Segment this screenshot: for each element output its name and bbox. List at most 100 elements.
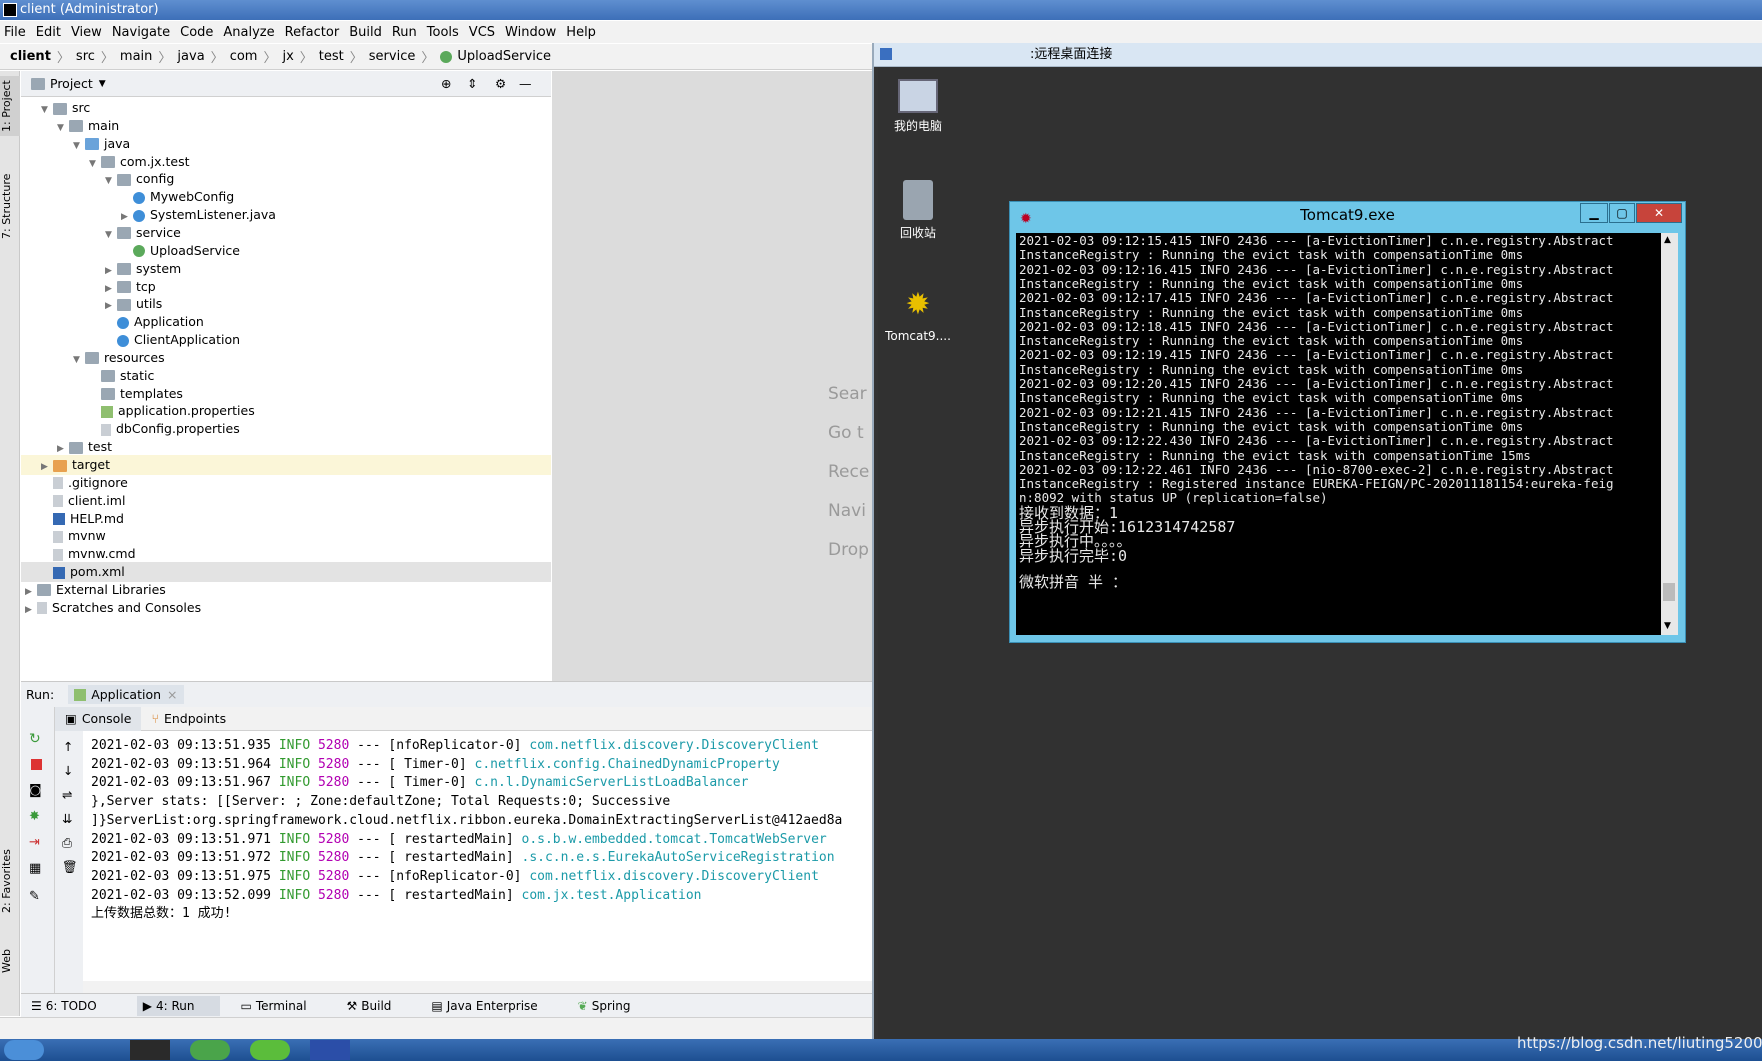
- start-button[interactable]: [4, 1040, 44, 1060]
- crumb-service[interactable]: service: [369, 49, 416, 64]
- window-title: client (Administrator): [20, 2, 159, 17]
- tree-item-label: dbConfig.properties: [116, 421, 240, 437]
- folder-icon: [117, 263, 131, 276]
- tomcat-scrollbar[interactable]: ▲ ▼: [1661, 233, 1678, 635]
- folder-icon: [117, 173, 131, 186]
- crumb-src[interactable]: src: [76, 49, 95, 64]
- watermark: https://blog.csdn.net/liuting52001: [1517, 1034, 1762, 1052]
- run-icon: ▶: [142, 998, 152, 1013]
- tab-terminal[interactable]: ▭ Terminal: [240, 999, 326, 1013]
- layout-icon[interactable]: ▦: [29, 861, 41, 876]
- tree-item-label: service: [136, 224, 181, 240]
- taskbar-remote-desktop[interactable]: [310, 1040, 350, 1060]
- window-title-bar[interactable]: client (Administrator): [0, 0, 1762, 20]
- hint-recent: Rece: [828, 462, 870, 482]
- menu-help[interactable]: Help: [566, 25, 596, 40]
- print-icon[interactable]: ⎙: [62, 835, 72, 851]
- tree-item-label: resources: [104, 349, 165, 365]
- scroll-thumb[interactable]: [1663, 583, 1675, 601]
- editor-empty-area[interactable]: Sear Go t Rece Navi Drop: [552, 71, 875, 681]
- tree-item-label: com.jx.test: [120, 153, 190, 169]
- debug-icon[interactable]: ✸: [29, 809, 40, 824]
- folder-icon: [117, 298, 131, 311]
- crumb-project[interactable]: client: [10, 49, 51, 64]
- crumb-com[interactable]: com: [230, 49, 258, 64]
- tab-spring[interactable]: ❦ Spring: [578, 999, 651, 1013]
- console-text: },Server stats: [[Server: ; Zone:default…: [91, 794, 671, 810]
- tree-item[interactable]: ▶ Scratches and Consoles: [21, 598, 551, 618]
- taskbar-app-1[interactable]: [190, 1040, 230, 1060]
- desktop-icon-tomcat[interactable]: ✹ Tomcat9....: [878, 285, 958, 343]
- maximize-button[interactable]: ▢: [1609, 203, 1635, 223]
- tab-run[interactable]: ▶ 4: Run: [136, 995, 221, 1016]
- remote-desktop-title-bar[interactable]: :远程桌面连接: [874, 43, 1762, 67]
- console-output[interactable]: 2021-02-03 09:13:51.935 INFO 5280 --- [n…: [83, 731, 875, 981]
- tree-item-label: UploadService: [150, 242, 240, 258]
- run-config-tab[interactable]: Application ×: [68, 685, 184, 704]
- menu-code[interactable]: Code: [180, 25, 213, 40]
- tab-web[interactable]: Web: [0, 941, 20, 981]
- collapse-icon[interactable]: ⇕: [467, 76, 477, 91]
- pin-icon[interactable]: ✎: [29, 889, 40, 904]
- crumb-uploadservice[interactable]: UploadService: [457, 49, 551, 64]
- rerun-icon[interactable]: ↻: [29, 731, 41, 747]
- close-icon[interactable]: ×: [167, 687, 177, 702]
- desktop-icon-recycle-bin[interactable]: 回收站: [878, 180, 958, 241]
- project-panel-title[interactable]: Project: [50, 76, 93, 91]
- crumb-jx[interactable]: jx: [282, 49, 293, 64]
- tab-structure[interactable]: 7: Structure: [0, 166, 20, 246]
- menu-edit[interactable]: Edit: [36, 25, 61, 40]
- console-cls: com.netflix.discovery.DiscoveryClient: [529, 738, 819, 753]
- taskbar-intellij[interactable]: [130, 1040, 170, 1060]
- chevron-right-icon[interactable]: ▶: [25, 600, 37, 620]
- menu-tools[interactable]: Tools: [427, 25, 459, 40]
- soft-wrap-icon[interactable]: ⇌: [62, 787, 72, 802]
- console-thread: --- [ Timer-0]: [357, 775, 467, 791]
- console-pid: 5280: [317, 831, 350, 847]
- menu-navigate[interactable]: Navigate: [112, 25, 170, 40]
- camera-icon[interactable]: ◙: [29, 783, 42, 798]
- crumb-java[interactable]: java: [177, 49, 204, 64]
- chevron-down-icon[interactable]: ▼: [99, 79, 106, 89]
- tab-endpoints[interactable]: ⑂ Endpoints: [141, 711, 236, 726]
- interface-icon: [133, 245, 145, 258]
- project-panel-header: Project ▼ ⊕ ⇕ ⚙ —: [21, 71, 551, 97]
- tab-java-enterprise[interactable]: ▤ Java Enterprise: [431, 999, 557, 1013]
- tab-todo[interactable]: ☰ 6: TODO: [31, 999, 117, 1013]
- minimize-button[interactable]: ▁: [1580, 203, 1608, 223]
- down-arrow-icon[interactable]: ↓: [63, 763, 73, 778]
- tab-build[interactable]: ⚒ Build: [347, 999, 412, 1013]
- menu-refactor[interactable]: Refactor: [285, 25, 340, 40]
- exit-icon[interactable]: ⇥: [29, 835, 40, 850]
- up-arrow-icon[interactable]: ↑: [63, 739, 73, 754]
- menu-run[interactable]: Run: [392, 25, 417, 40]
- gear-icon[interactable]: ⚙: [495, 76, 506, 91]
- tab-favorites[interactable]: 2: Favorites: [0, 841, 20, 921]
- tab-console[interactable]: ▣ Console: [55, 706, 142, 731]
- crumb-test[interactable]: test: [319, 49, 344, 64]
- close-button[interactable]: ✕: [1636, 203, 1682, 223]
- scroll-to-end-icon[interactable]: ⇊: [62, 811, 72, 826]
- console-horizontal-scrollbar[interactable]: [83, 981, 875, 993]
- interface-icon: [440, 50, 453, 63]
- scroll-up-icon[interactable]: ▲: [1664, 235, 1671, 245]
- tomcat-console[interactable]: 2021-02-03 09:12:15.415 INFO 2436 --- [a…: [1016, 233, 1661, 635]
- minimize-icon[interactable]: —: [519, 76, 532, 91]
- tab-project[interactable]: 1: Project: [0, 76, 20, 136]
- menu-window[interactable]: Window: [505, 25, 556, 40]
- tab-build-label: Build: [361, 998, 392, 1013]
- crumb-main[interactable]: main: [120, 49, 152, 64]
- menu-analyze[interactable]: Analyze: [223, 25, 274, 40]
- locate-icon[interactable]: ⊕: [441, 76, 451, 91]
- scroll-down-icon[interactable]: ▼: [1664, 621, 1671, 631]
- menu-view[interactable]: View: [71, 25, 102, 40]
- trash-icon[interactable]: 🗑: [62, 859, 78, 875]
- menu-build[interactable]: Build: [349, 25, 382, 40]
- tomcat-title-icon: ✹: [1020, 211, 1032, 227]
- menu-file[interactable]: File: [4, 25, 26, 40]
- taskbar-app-2[interactable]: [250, 1040, 290, 1060]
- stop-icon[interactable]: [31, 759, 42, 770]
- menu-vcs[interactable]: VCS: [469, 25, 495, 40]
- desktop-icon-my-computer[interactable]: 我的电脑: [878, 79, 958, 134]
- hint-navigation: Navi: [828, 501, 866, 521]
